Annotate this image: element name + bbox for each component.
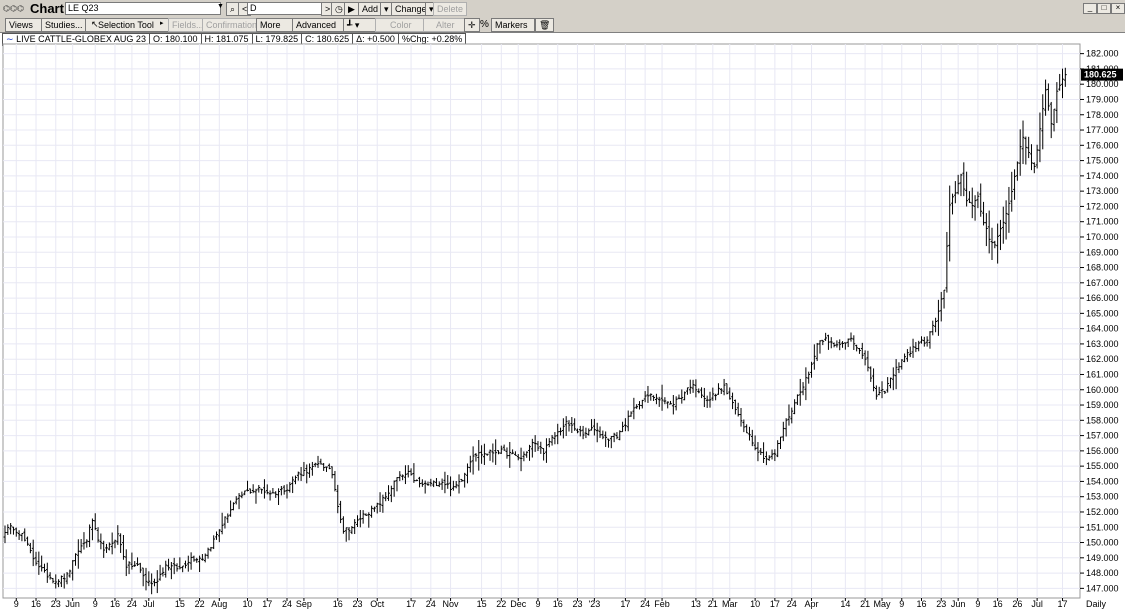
- x-tick-label: 24: [127, 599, 137, 609]
- y-tick-label: 158.000: [1086, 415, 1119, 425]
- y-tick-label: 149.000: [1086, 553, 1119, 563]
- y-tick-label: 174.000: [1086, 171, 1119, 181]
- x-tick-label: Apr: [805, 599, 819, 609]
- x-tick-label: 24: [282, 599, 292, 609]
- x-tick-label: 10: [750, 599, 760, 609]
- x-tick-label: 26: [1012, 599, 1022, 609]
- x-tick-label: 16: [553, 599, 563, 609]
- x-tick-label: 24: [426, 599, 436, 609]
- period-label: Daily: [1086, 599, 1107, 609]
- y-tick-label: 164.000: [1086, 324, 1119, 334]
- x-tick-label: Aug: [211, 599, 227, 609]
- x-tick-label: '23: [589, 599, 601, 609]
- x-tick-label: 24: [640, 599, 650, 609]
- y-tick-label: 165.000: [1086, 308, 1119, 318]
- x-tick-label: 23: [572, 599, 582, 609]
- x-tick-label: 17: [620, 599, 630, 609]
- y-tick-label: 177.000: [1086, 125, 1119, 135]
- y-tick-label: 152.000: [1086, 507, 1119, 517]
- x-tick-label: Jun: [65, 599, 80, 609]
- y-tick-label: 172.000: [1086, 201, 1119, 211]
- x-tick-label: 17: [770, 599, 780, 609]
- y-tick-label: 180.000: [1086, 79, 1119, 89]
- x-tick-label: 10: [243, 599, 253, 609]
- x-tick-label: Dec: [510, 599, 527, 609]
- x-tick-label: 17: [262, 599, 272, 609]
- price-chart[interactable]: 147.000 148.000 149.000 150.000 151.000 152.0…: [0, 0, 1125, 611]
- x-tick-label: 23: [352, 599, 362, 609]
- y-tick-label: 170.000: [1086, 232, 1119, 242]
- x-tick-label: 9: [14, 599, 19, 609]
- x-tick-label: Mar: [722, 599, 738, 609]
- y-tick-label: 173.000: [1086, 186, 1119, 196]
- x-tick-label: 16: [110, 599, 120, 609]
- x-tick-label: 24: [787, 599, 797, 609]
- y-tick-label: 176.000: [1086, 140, 1119, 150]
- x-tick-label: 23: [936, 599, 946, 609]
- y-tick-label: 168.000: [1086, 263, 1119, 273]
- x-tick-label: 9: [899, 599, 904, 609]
- x-tick-label: Feb: [654, 599, 670, 609]
- x-tick-label: 17: [406, 599, 416, 609]
- y-tick-label: 155.000: [1086, 461, 1119, 471]
- x-tick-label: 15: [477, 599, 487, 609]
- x-tick-label: 9: [535, 599, 540, 609]
- y-tick-label: 166.000: [1086, 293, 1119, 303]
- x-tick-label: 14: [840, 599, 850, 609]
- y-tick-label: 161.000: [1086, 369, 1119, 379]
- x-tick-label: May: [874, 599, 892, 609]
- x-tick-label: 21: [860, 599, 870, 609]
- x-tick-label: Jun: [951, 599, 966, 609]
- y-tick-label: 157.000: [1086, 431, 1119, 441]
- y-tick-label: 153.000: [1086, 492, 1119, 502]
- y-tick-label: 175.000: [1086, 156, 1119, 166]
- y-tick-label: 162.000: [1086, 354, 1119, 364]
- x-tick-label: 22: [496, 599, 506, 609]
- x-tick-label: 17: [1057, 599, 1067, 609]
- x-tick-label: 21: [708, 599, 718, 609]
- y-tick-label: 163.000: [1086, 339, 1119, 349]
- y-tick-label: 167.000: [1086, 278, 1119, 288]
- x-tick-label: 16: [333, 599, 343, 609]
- y-tick-label: 151.000: [1086, 522, 1119, 532]
- x-tick-label: Jul: [1031, 599, 1043, 609]
- x-tick-label: 16: [916, 599, 926, 609]
- x-tick-label: 13: [691, 599, 701, 609]
- x-tick-label: Jul: [143, 599, 155, 609]
- y-tick-label: 171.000: [1086, 217, 1119, 227]
- y-tick-label: 148.000: [1086, 568, 1119, 578]
- y-tick-label: 147.000: [1086, 583, 1119, 593]
- y-tick-label: 154.000: [1086, 476, 1119, 486]
- y-tick-label: 159.000: [1086, 400, 1119, 410]
- y-tick-label: 178.000: [1086, 110, 1119, 120]
- x-tick-label: 23: [51, 599, 61, 609]
- y-tick-label: 156.000: [1086, 446, 1119, 456]
- x-tick-label: 22: [195, 599, 205, 609]
- x-tick-label: 16: [993, 599, 1003, 609]
- y-tick-label: 182.000: [1086, 49, 1119, 59]
- last-price-label: 180.625: [1084, 70, 1117, 80]
- x-tick-label: Oct: [370, 599, 385, 609]
- x-tick-label: 16: [31, 599, 41, 609]
- x-tick-label: 15: [175, 599, 185, 609]
- plot-area: [2, 43, 1081, 599]
- x-tick-label: Nov: [443, 599, 460, 609]
- y-tick-label: 160.000: [1086, 385, 1119, 395]
- x-tick-label: 9: [93, 599, 98, 609]
- y-tick-label: 169.000: [1086, 247, 1119, 257]
- y-tick-label: 150.000: [1086, 538, 1119, 548]
- x-tick-label: 9: [975, 599, 980, 609]
- y-tick-label: 179.000: [1086, 94, 1119, 104]
- x-tick-label: Sep: [296, 599, 312, 609]
